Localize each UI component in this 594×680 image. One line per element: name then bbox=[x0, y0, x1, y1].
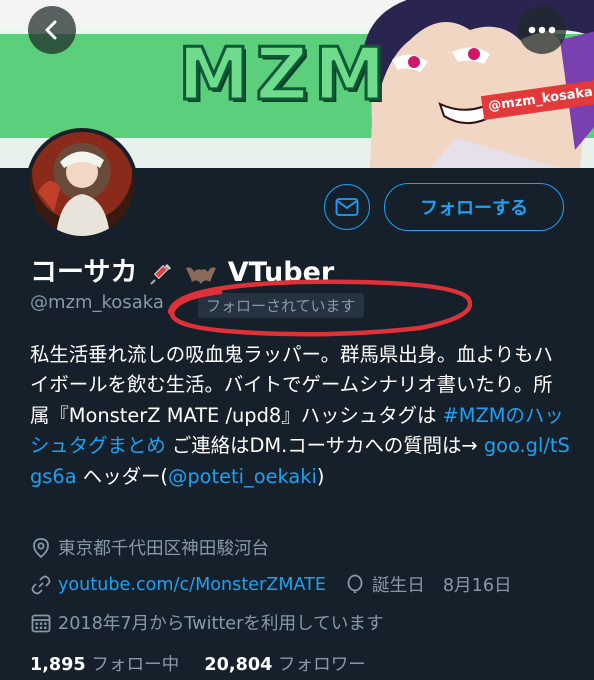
location-text: 東京都千代田区神田駿河台 bbox=[58, 539, 270, 559]
location-row: 東京都千代田区神田駿河台 bbox=[30, 535, 269, 560]
link-icon bbox=[30, 574, 52, 596]
red-circle-annotation bbox=[167, 279, 473, 337]
following-link[interactable]: 1,895 フォロー中 bbox=[30, 655, 179, 675]
calendar-icon bbox=[30, 612, 52, 634]
banner-logo: MZM bbox=[177, 31, 392, 118]
user-handle: @mzm_kosaka bbox=[30, 292, 164, 313]
envelope-icon bbox=[335, 198, 359, 216]
website-link[interactable]: youtube.com/c/MonsterZMATE bbox=[58, 575, 326, 595]
profile-bio: 私生活垂れ流しの吸血鬼ラッパー。群馬県出身。血よりもハイボールを飲む生活。バイト… bbox=[30, 340, 570, 492]
message-button[interactable] bbox=[324, 184, 370, 230]
bio-text-2: ご連絡はDM.コーサカへの質問は→ bbox=[165, 434, 484, 458]
avatar-image bbox=[38, 151, 110, 236]
birthday-label: 誕生日 bbox=[372, 576, 425, 596]
more-horizontal-icon bbox=[528, 26, 556, 34]
joined-text: 2018年7月からTwitterを利用しています bbox=[58, 614, 384, 634]
followers-label: フォロワー bbox=[277, 655, 366, 675]
back-button[interactable] bbox=[28, 6, 76, 54]
mention-link[interactable]: @poteti_oekaki bbox=[168, 465, 317, 488]
display-name-text: コーサカ bbox=[30, 257, 138, 288]
following-count: 1,895 bbox=[30, 655, 86, 675]
avatar[interactable] bbox=[26, 128, 138, 240]
bio-text-3: ヘッダー( bbox=[76, 464, 168, 488]
following-label: フォロー中 bbox=[91, 655, 180, 675]
followers-count: 20,804 bbox=[204, 655, 273, 675]
more-options-button[interactable] bbox=[518, 6, 566, 54]
joined-row: 2018年7月からTwitterを利用しています bbox=[30, 610, 384, 635]
bio-text-4: ) bbox=[316, 464, 325, 488]
website-birthday-row: youtube.com/c/MonsterZMATE 誕生日 8月16日 bbox=[30, 572, 512, 597]
follow-stats: 1,895 フォロー中 20,804 フォロワー bbox=[30, 651, 366, 676]
chevron-left-icon bbox=[45, 20, 57, 40]
balloon-icon bbox=[344, 574, 366, 596]
birthday-value: 8月16日 bbox=[442, 576, 512, 596]
follow-button[interactable]: フォローする bbox=[384, 183, 564, 231]
location-pin-icon bbox=[30, 537, 52, 559]
followers-link[interactable]: 20,804 フォロワー bbox=[204, 655, 365, 675]
